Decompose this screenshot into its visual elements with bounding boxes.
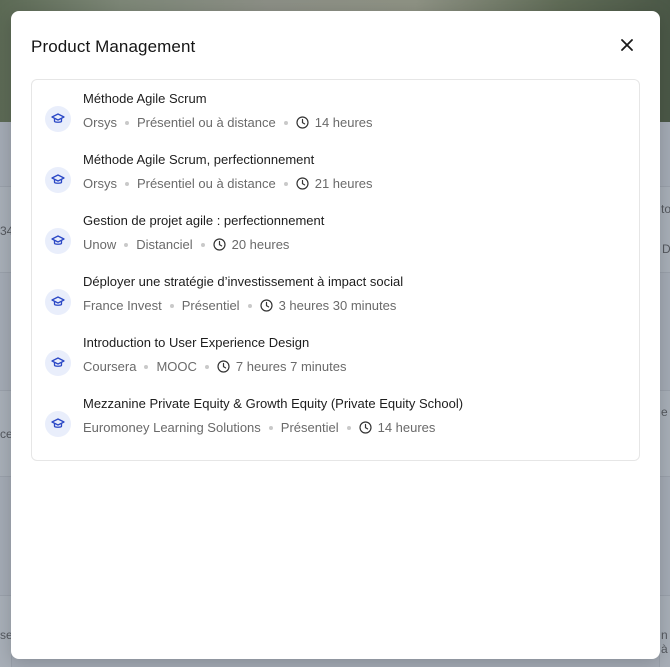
course-title: Méthode Agile Scrum (83, 91, 207, 106)
course-format: Présentiel ou à distance (136, 115, 276, 130)
course-item[interactable]: Introduction to User Experience Design C… (32, 332, 639, 393)
course-meta: France Invest Présentiel 3 heures 30 min… (83, 298, 396, 313)
course-format: Présentiel (280, 420, 339, 435)
separator-dot (169, 303, 174, 308)
course-meta: Unow Distanciel 20 heures (83, 237, 289, 252)
clock-icon (217, 360, 230, 373)
course-provider: Orsys (83, 176, 117, 191)
course-item[interactable]: Méthode Agile Scrum, perfectionnement Or… (32, 149, 639, 210)
graduation-cap-icon (45, 228, 71, 254)
close-button[interactable] (618, 36, 636, 54)
course-provider: Euromoney Learning Solutions (83, 420, 261, 435)
close-icon (621, 39, 633, 51)
separator-dot (124, 181, 129, 186)
separator-dot (283, 181, 288, 186)
graduation-cap-icon (45, 411, 71, 437)
clock-icon (358, 421, 372, 434)
course-format: Présentiel ou à distance (136, 176, 276, 191)
background-card (659, 186, 670, 273)
separator-dot (200, 242, 205, 247)
course-provider: France Invest (83, 298, 162, 313)
course-provider: Unow (83, 237, 117, 252)
course-meta: Orsys Présentiel ou à distance 21 heures (83, 176, 373, 191)
course-title: Mezzanine Private Equity & Growth Equity… (83, 396, 464, 411)
course-provider: Orsys (83, 115, 117, 130)
course-duration: 14 heures (377, 420, 436, 435)
clock-icon (213, 238, 226, 251)
course-meta: Euromoney Learning Solutions Présentiel … (83, 420, 435, 435)
separator-dot (124, 242, 129, 247)
separator-dot (268, 425, 273, 430)
course-duration: 7 heures 7 minutes (235, 359, 347, 374)
graduation-cap-icon (45, 289, 71, 315)
course-meta: Orsys Présentiel ou à distance 14 heures (83, 115, 373, 130)
graduation-cap-icon (45, 350, 71, 376)
background-text-fragment: e (661, 405, 668, 419)
course-duration: 14 heures (314, 115, 373, 130)
course-meta: Coursera MOOC 7 heures 7 minutes (83, 359, 347, 374)
modal-dialog: Product Management Méthode Agile Scrum O… (11, 11, 660, 659)
course-duration: 20 heures (231, 237, 290, 252)
course-duration: 3 heures 30 minutes (278, 298, 397, 313)
separator-dot (346, 425, 351, 430)
clock-icon (296, 177, 309, 190)
course-list: Méthode Agile Scrum Orsys Présentiel ou … (31, 79, 640, 461)
course-item[interactable]: Mezzanine Private Equity & Growth Equity… (32, 393, 639, 454)
separator-dot (247, 303, 252, 308)
separator-dot (204, 364, 209, 369)
course-format: Présentiel (181, 298, 240, 313)
background-card (659, 390, 670, 477)
course-title: Déployer une stratégie d’investissement … (83, 274, 404, 289)
background-text-fragment: D (662, 242, 670, 256)
graduation-cap-icon (45, 106, 71, 132)
course-item[interactable]: Méthode Agile Scrum Orsys Présentiel ou … (32, 88, 639, 149)
clock-icon (296, 116, 309, 129)
graduation-cap-icon (45, 167, 71, 193)
course-duration: 21 heures (314, 176, 373, 191)
modal-title: Product Management (31, 37, 196, 56)
separator-dot (144, 364, 149, 369)
course-title: Introduction to User Experience Design (83, 335, 310, 350)
background-text-fragment: n à (661, 628, 668, 656)
background-text-fragment: to (661, 202, 670, 216)
separator-dot (283, 120, 288, 125)
separator-dot (124, 120, 129, 125)
clock-icon (259, 299, 273, 312)
course-title: Méthode Agile Scrum, perfectionnement (83, 152, 315, 167)
course-item[interactable]: Gestion de projet agile : perfectionneme… (32, 210, 639, 271)
course-format: Distanciel (136, 237, 193, 252)
course-title: Gestion de projet agile : perfectionneme… (83, 213, 325, 228)
course-item[interactable]: Déployer une stratégie d’investissement … (32, 271, 639, 332)
course-provider: Coursera (83, 359, 137, 374)
course-format: MOOC (156, 359, 197, 374)
